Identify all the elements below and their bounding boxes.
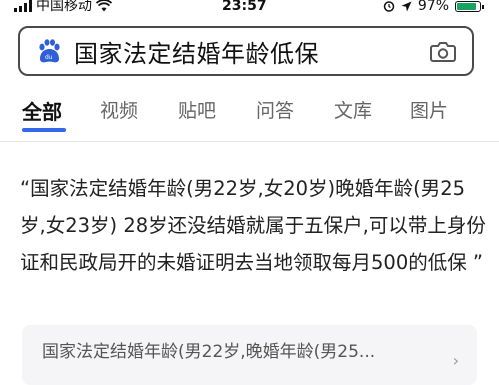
status-right: 97%: [383, 0, 484, 14]
signal-icon: [14, 0, 32, 12]
camera-icon[interactable]: [430, 41, 456, 63]
next-result-text: 国家法定结婚年龄(男22岁,晚婚年龄(男25...: [42, 342, 376, 362]
tab-tieba[interactable]: 贴吧: [178, 96, 216, 123]
status-bar: 中国移动 23:57 97%: [0, 0, 499, 16]
chevron-right-icon: ›: [452, 351, 459, 370]
baidu-paw-icon: du: [39, 39, 60, 63]
battery-percent: 97%: [417, 0, 449, 14]
tab-bar: 全部 视频 贴吧 问答 文库 图片: [0, 96, 499, 136]
carrier-name: 中国移动: [36, 0, 92, 14]
tab-images[interactable]: 图片: [410, 96, 448, 123]
svg-text:du: du: [45, 54, 53, 61]
divider: [0, 141, 499, 142]
result-snippet[interactable]: “国家法定结婚年龄(男22岁,女20岁)晚婚年龄(男25岁,女23岁) 28岁还…: [20, 170, 490, 281]
alarm-icon: [383, 1, 395, 12]
next-result-card[interactable]: 国家法定结婚年龄(男22岁,晚婚年龄(男25... ›: [22, 325, 477, 385]
location-icon: [401, 1, 412, 11]
search-input[interactable]: 国家法定结婚年龄低保: [74, 34, 319, 69]
wifi-icon: [96, 0, 112, 12]
search-box[interactable]: du 国家法定结婚年龄低保: [18, 26, 474, 76]
active-tab-indicator: [22, 128, 66, 132]
tab-all[interactable]: 全部: [22, 96, 62, 125]
tab-video[interactable]: 视频: [100, 96, 138, 123]
battery-level-fill: [457, 2, 476, 10]
battery-icon: [455, 0, 484, 12]
status-time: 23:57: [222, 0, 267, 14]
tab-qa[interactable]: 问答: [256, 96, 294, 123]
status-left: 中国移动: [14, 0, 112, 14]
tab-wenku[interactable]: 文库: [334, 96, 372, 123]
